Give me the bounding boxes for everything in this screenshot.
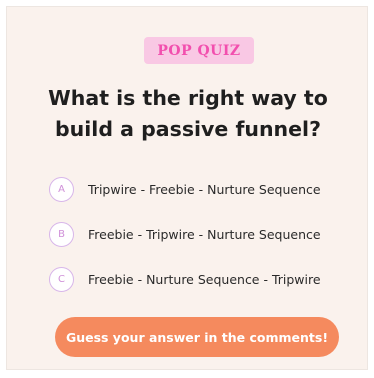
option-c[interactable]: C Freebie - Nurture Sequence - Tripwire [49,257,359,302]
answer-options: A Tripwire - Freebie - Nurture Sequence … [49,167,359,302]
pop-quiz-badge: POP QUIZ [144,37,254,64]
question-title: What is the right way to build a passive… [27,83,349,145]
question-line-1: What is the right way to [48,86,328,110]
quiz-card: POP QUIZ What is the right way to build … [6,6,368,370]
option-text-c: Freebie - Nurture Sequence - Tripwire [88,272,321,287]
option-letter-b: B [49,222,74,247]
option-text-a: Tripwire - Freebie - Nurture Sequence [88,182,321,197]
question-line-2: build a passive funnel? [55,117,321,141]
comment-cta-button[interactable]: Guess your answer in the comments! [55,317,339,357]
option-a[interactable]: A Tripwire - Freebie - Nurture Sequence [49,167,359,212]
option-b[interactable]: B Freebie - Tripwire - Nurture Sequence [49,212,359,257]
option-letter-a: A [49,177,74,202]
option-letter-c: C [49,267,74,292]
option-text-b: Freebie - Tripwire - Nurture Sequence [88,227,321,242]
